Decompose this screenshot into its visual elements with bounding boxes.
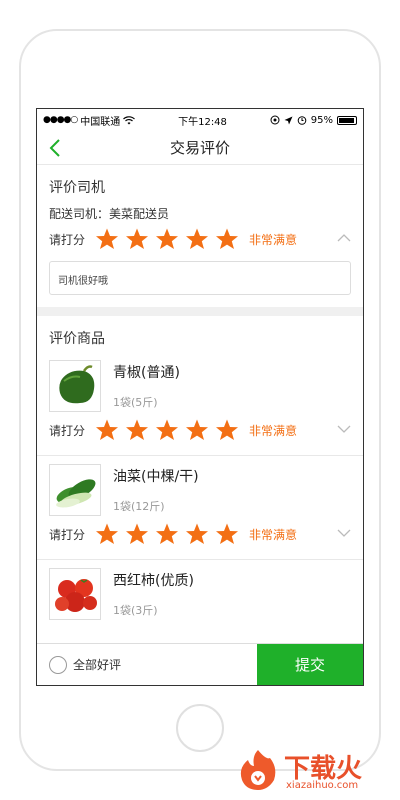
rating-text: 非常满意 — [249, 232, 298, 247]
star-icon[interactable] — [155, 522, 179, 546]
star-icon[interactable] — [215, 227, 239, 251]
page: ●●●●○ 中国联通 下午12:48 95% 交易评价 评价司机 配送司机：美菜… — [0, 0, 400, 800]
driver-section-title: 评价司机 — [49, 180, 105, 196]
star-icon[interactable] — [215, 418, 239, 442]
product-qty: 1袋(3斤) — [113, 604, 158, 617]
tomato-image — [49, 568, 101, 620]
driver-star-rating — [95, 227, 239, 251]
rating-text: 非常满意 — [249, 423, 298, 438]
star-icon[interactable] — [155, 227, 179, 251]
green-pepper-image — [49, 360, 101, 412]
rating-text: 非常满意 — [249, 527, 298, 542]
bottom-action-bar: 全部好评 提交 — [37, 643, 363, 685]
star-icon[interactable] — [125, 227, 149, 251]
watermark: 下载火 xiazaihuo.com — [236, 748, 396, 796]
product-name: 西红柿(优质) — [113, 573, 194, 589]
product-qty: 1袋(5斤) — [113, 396, 158, 409]
nav-bar: 交易评价 — [37, 131, 363, 165]
status-right: 95% — [270, 115, 357, 126]
app-screen: ●●●●○ 中国联通 下午12:48 95% 交易评价 评价司机 配送司机：美菜… — [36, 108, 364, 686]
back-chevron-icon[interactable] — [45, 137, 67, 159]
product-name: 青椒(普通) — [113, 365, 180, 381]
product-rating-row: 请打分 非常满意 — [37, 416, 363, 444]
all-good-label: 全部好评 — [73, 658, 122, 672]
radio-icon[interactable] — [49, 655, 67, 674]
page-title: 交易评价 — [169, 139, 230, 157]
star-icon[interactable] — [95, 418, 119, 442]
bok-choy-image — [49, 464, 101, 516]
chevron-down-icon[interactable] — [337, 528, 351, 538]
lock-rotation-icon — [270, 115, 280, 125]
content-area: 评价司机 配送司机：美菜配送员 请打分 非常满意 司机很好哦 评价商品 青椒(普… — [37, 165, 363, 656]
product-qty: 1袋(12斤) — [113, 500, 165, 513]
status-left: ●●●●○ 中国联通 — [43, 113, 136, 128]
rate-label: 请打分 — [49, 423, 86, 438]
carrier-label: 中国联通 — [80, 116, 121, 128]
product-rating-row: 请打分 非常满意 — [37, 520, 363, 548]
goods-section-title: 评价商品 — [49, 331, 105, 347]
driver-comment-field[interactable]: 司机很好哦 — [49, 261, 351, 295]
status-time: 下午12:48 — [178, 116, 227, 128]
star-icon[interactable] — [95, 227, 119, 251]
alarm-icon — [297, 116, 307, 125]
star-icon[interactable] — [185, 522, 209, 546]
product-item: 青椒(普通) 1袋(5斤) 请打分 非常满意 — [37, 352, 363, 456]
status-bar: ●●●●○ 中国联通 下午12:48 95% — [37, 109, 363, 131]
product-star-rating — [95, 418, 239, 442]
product-star-rating — [95, 522, 239, 546]
rate-label: 请打分 — [49, 232, 86, 247]
rate-label: 请打分 — [49, 527, 86, 542]
star-icon[interactable] — [155, 418, 179, 442]
product-item: 西红柿(优质) 1袋(3斤) — [37, 560, 363, 656]
product-item: 油菜(中棵/干) 1袋(12斤) 请打分 非常满意 — [37, 456, 363, 560]
star-icon[interactable] — [95, 522, 119, 546]
chevron-up-icon[interactable] — [337, 233, 351, 243]
section-divider — [37, 307, 363, 316]
watermark-url: xiazaihuo.com — [286, 780, 359, 791]
wifi-icon — [123, 115, 136, 124]
home-button — [176, 704, 224, 752]
submit-button[interactable]: 提交 — [257, 644, 363, 685]
star-icon[interactable] — [185, 418, 209, 442]
signal-icon: ●●●●○ — [43, 115, 78, 125]
battery-icon — [336, 115, 357, 125]
product-name: 油菜(中棵/干) — [113, 469, 199, 485]
star-icon[interactable] — [125, 522, 149, 546]
star-icon[interactable] — [125, 418, 149, 442]
flame-logo-icon — [240, 750, 276, 790]
driver-name: 配送司机：美菜配送员 — [49, 207, 170, 221]
chevron-down-icon[interactable] — [337, 424, 351, 434]
star-icon[interactable] — [185, 227, 209, 251]
driver-rating-row: 请打分 非常满意 — [37, 225, 363, 253]
star-icon[interactable] — [215, 522, 239, 546]
location-icon — [284, 116, 293, 124]
battery-percent: 95% — [310, 114, 333, 126]
all-good-toggle[interactable]: 全部好评 — [37, 644, 257, 685]
